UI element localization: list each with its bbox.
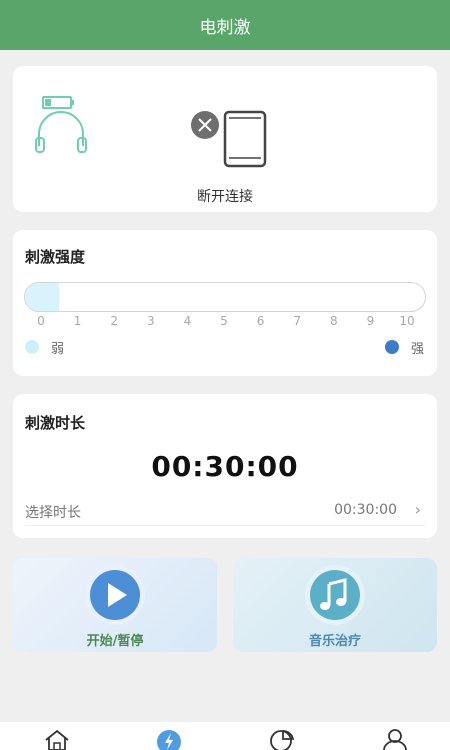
strong-label: 强 [411, 342, 425, 357]
intensity-title: 刺激强度 [25, 248, 86, 266]
intensity-tick-label: 7 [293, 314, 301, 328]
intensity-tick-label: 10 [399, 314, 415, 328]
user-icon[interactable] [381, 728, 409, 750]
weak-label: 弱 [51, 342, 65, 357]
close-icon [191, 111, 219, 139]
intensity-tick-label: 8 [329, 314, 338, 328]
intensity-slider[interactable] [24, 282, 426, 312]
disconnected-device-graphic [191, 110, 267, 168]
music-therapy-button[interactable]: 音乐治疗 [233, 558, 437, 652]
headphones-icon [35, 96, 87, 153]
weak-legend-dot [25, 340, 39, 354]
strong-legend-dot [385, 340, 399, 354]
phone-icon [223, 110, 267, 168]
chevron-right-icon: › [414, 500, 421, 519]
intensity-tick-label: 6 [256, 314, 265, 328]
intensity-tick-label: 5 [220, 314, 228, 328]
start-pause-label: 开始/暂停 [86, 634, 144, 649]
music-note-icon [305, 565, 365, 625]
intensity-card: 刺激强度 0 1 2 3 4 5 6 7 8 9 10 弱 强 [13, 230, 437, 376]
device-card: 断开连接 [13, 66, 437, 212]
select-duration-label: 选择时长 [25, 505, 81, 521]
timer-display: 00:30:00 [151, 450, 299, 483]
page-title: 电刺激 [199, 17, 251, 38]
intensity-slider-fill [25, 283, 59, 311]
intensity-tick-label: 9 [366, 314, 375, 328]
intensity-tick-label: 1 [73, 314, 82, 328]
music-therapy-label: 音乐治疗 [308, 634, 361, 649]
intensity-tick-label: 4 [183, 314, 192, 328]
lightning-icon[interactable] [155, 728, 183, 750]
select-duration-value: 00:30:00 [334, 502, 397, 518]
home-icon[interactable] [43, 728, 71, 750]
connection-status[interactable]: 断开连接 [13, 186, 437, 206]
select-duration-row[interactable]: 选择时长 00:30:00 › [25, 498, 425, 526]
intensity-tick-label: 3 [146, 314, 155, 328]
play-icon [85, 565, 145, 625]
duration-title: 刺激时长 [25, 414, 86, 432]
title-bar: 电刺激 [0, 0, 450, 50]
bottom-tab-bar [0, 722, 450, 750]
intensity-tick-label: 0 [37, 314, 45, 328]
pie-chart-icon[interactable] [268, 728, 296, 750]
duration-card: 刺激时长 00:30:00 选择时长 00:30:00 › [13, 394, 437, 538]
intensity-tick-label: 2 [110, 314, 118, 328]
start-pause-button[interactable]: 开始/暂停 [13, 558, 217, 652]
